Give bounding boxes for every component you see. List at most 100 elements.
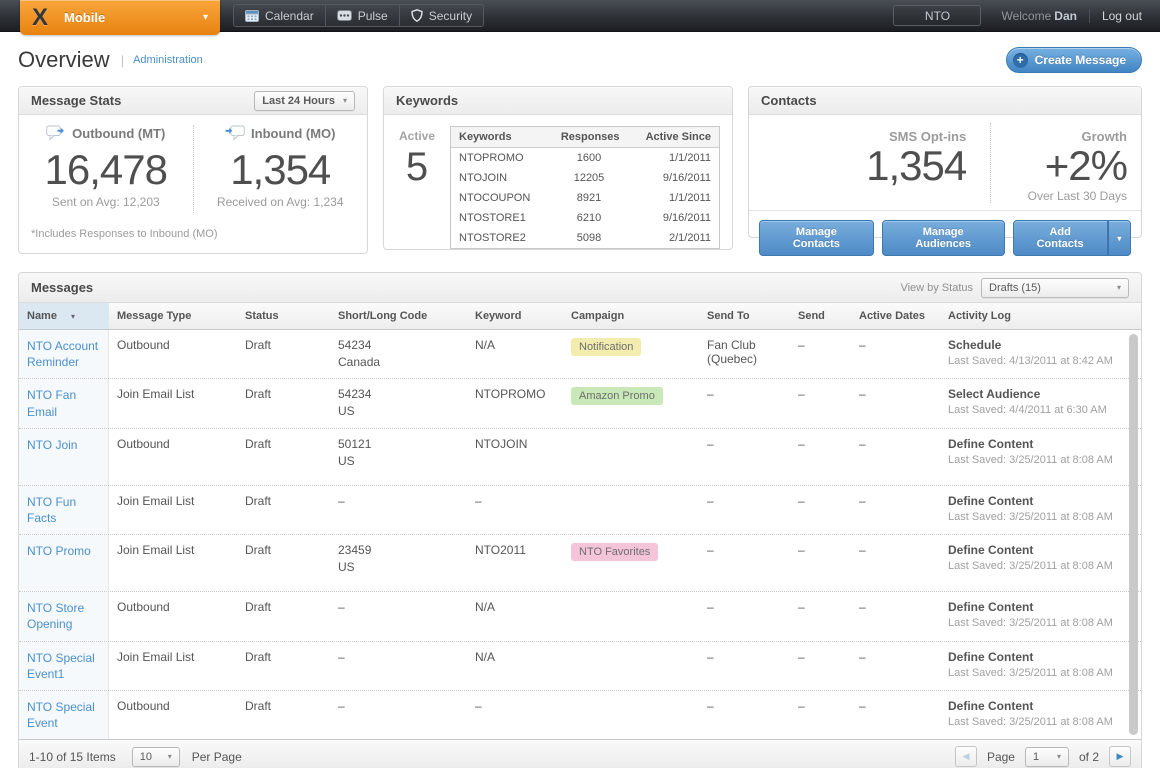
table-row: NTO Fun Facts Join Email List Draft – – …: [19, 486, 1141, 535]
last-saved-text: Last Saved: 4/13/2011 at 8:42 AM: [948, 355, 1133, 367]
code-value: –: [338, 494, 459, 508]
keyword-name: NTOSTORE1: [451, 208, 553, 228]
send-to-cell: Fan Club (Quebec): [699, 330, 790, 378]
keyword-cell: NTOPROMO: [467, 379, 563, 427]
user-name: Dan: [1054, 9, 1077, 23]
column-header-campaign[interactable]: Campaign: [563, 303, 699, 329]
create-message-button[interactable]: + Create Message: [1006, 47, 1142, 73]
message-name-link[interactable]: NTO Fun Facts: [27, 495, 76, 525]
message-type-cell: Outbound: [109, 592, 237, 640]
message-type-cell: Join Email List: [109, 642, 237, 690]
items-count-text: 1-10 of 15 Items: [29, 750, 116, 764]
keyword-active-since: 1/1/2011: [625, 188, 719, 208]
message-name-link[interactable]: NTO Join: [27, 438, 77, 452]
last-saved-text: Last Saved: 3/25/2011 at 8:08 AM: [948, 617, 1133, 629]
growth-stat: Growth +2% Over Last 30 Days: [990, 123, 1141, 203]
column-header-activity[interactable]: Activity Log: [940, 303, 1141, 329]
account-button[interactable]: NTO: [893, 5, 981, 26]
column-header-status[interactable]: Status: [237, 303, 330, 329]
welcome-text: WelcomeDan: [1001, 9, 1076, 23]
status-cell: Draft: [237, 642, 330, 690]
nav-button-security[interactable]: Security: [399, 4, 484, 27]
campaign-cell: NTO Favorites: [563, 535, 699, 591]
activity-step-label: Define Content: [948, 650, 1133, 664]
message-type-cell: Outbound: [109, 691, 237, 739]
active-dates-cell: –: [851, 592, 940, 640]
activity-step-label: Define Content: [948, 494, 1133, 508]
message-type-cell: Outbound: [109, 330, 237, 378]
keyword-cell: –: [467, 486, 563, 534]
message-name-link[interactable]: NTO Promo: [27, 544, 91, 558]
active-label: Active: [384, 129, 450, 143]
top-navbar: X Mobile ▾ Calendar Pulse Security NTO W…: [0, 0, 1160, 32]
chevron-down-icon: ▾: [1117, 234, 1121, 243]
nav-button-calendar[interactable]: Calendar: [233, 4, 326, 27]
keyword-name: NTOSTORE2: [451, 228, 553, 248]
add-contacts-button[interactable]: Add Contacts: [1013, 220, 1108, 256]
code-country: Canada: [338, 355, 459, 369]
nav-button-pulse[interactable]: Pulse: [325, 4, 400, 27]
active-dates-cell: –: [851, 535, 940, 591]
time-range-select[interactable]: Last 24 Hours ▾: [254, 91, 355, 111]
message-type-cell: Join Email List: [109, 379, 237, 427]
per-page-select[interactable]: 10 ▾: [132, 747, 180, 767]
page-label: Page: [987, 750, 1015, 764]
last-saved-text: Last Saved: 3/25/2011 at 8:08 AM: [948, 454, 1133, 466]
status-cell: Draft: [237, 691, 330, 739]
column-header-code[interactable]: Short/Long Code: [330, 303, 467, 329]
previous-page-button[interactable]: ◀: [955, 746, 977, 767]
page-number-select[interactable]: 1 ▾: [1025, 747, 1069, 767]
keyword-name: NTOPROMO: [451, 148, 553, 168]
activity-log-cell: Schedule Last Saved: 4/13/2011 at 8:42 A…: [940, 330, 1141, 378]
scrollbar-thumb[interactable]: [1129, 334, 1138, 735]
manage-contacts-button[interactable]: Manage Contacts: [759, 220, 874, 256]
last-saved-text: Last Saved: 3/25/2011 at 8:08 AM: [948, 716, 1133, 728]
nav-button-calendar-label: Calendar: [265, 9, 314, 23]
keyword-row: NTOCOUPON 8921 1/1/2011: [451, 188, 719, 208]
message-type-cell: Join Email List: [109, 535, 237, 591]
kw-col-keywords: Keywords: [451, 127, 553, 147]
column-header-name[interactable]: Name▾: [19, 303, 109, 329]
status-cell: Draft: [237, 429, 330, 485]
active-dates-cell: –: [851, 691, 940, 739]
add-contacts-dropdown-button[interactable]: ▾: [1108, 220, 1131, 256]
code-value: 54234: [338, 338, 459, 352]
message-name-link[interactable]: NTO Special Event: [27, 700, 95, 730]
nav-button-pulse-label: Pulse: [358, 9, 388, 23]
send-to-cell: –: [699, 642, 790, 690]
administration-link[interactable]: Administration: [133, 54, 203, 66]
message-name-link[interactable]: NTO Store Opening: [27, 601, 84, 631]
sort-down-icon: ▾: [71, 312, 75, 321]
chevron-down-icon: ▾: [203, 12, 208, 23]
keyword-cell: N/A: [467, 592, 563, 640]
nav-button-security-label: Security: [429, 9, 472, 23]
logout-link[interactable]: Log out: [1102, 9, 1142, 23]
keyword-responses: 6210: [553, 208, 625, 228]
campaign-badge: Amazon Promo: [571, 387, 663, 405]
code-country: US: [338, 560, 459, 574]
campaign-cell: [563, 429, 699, 485]
column-header-send[interactable]: Send: [790, 303, 851, 329]
table-scrollbar[interactable]: [1129, 334, 1138, 735]
column-header-keyword[interactable]: Keyword: [467, 303, 563, 329]
column-header-dates[interactable]: Active Dates: [851, 303, 940, 329]
manage-audiences-button[interactable]: Manage Audiences: [882, 220, 1005, 256]
status-cell: Draft: [237, 330, 330, 378]
keyword-row: NTOSTORE2 5098 2/1/2011: [451, 228, 719, 248]
message-name-link[interactable]: NTO Special Event1: [27, 651, 95, 681]
chevron-down-icon: ▾: [1117, 283, 1121, 292]
message-name-link[interactable]: NTO Account Reminder: [27, 339, 98, 369]
messages-panel: Messages View by Status Drafts (15) ▾ Na…: [18, 272, 1142, 768]
column-header-sendto[interactable]: Send To: [699, 303, 790, 329]
messages-table-header: Name▾Message TypeStatusShort/Long CodeKe…: [19, 303, 1141, 330]
activity-step-label: Define Content: [948, 699, 1133, 713]
column-header-type[interactable]: Message Type: [109, 303, 237, 329]
inbound-stat: Inbound (MO) 1,354 Received on Avg: 1,23…: [193, 125, 368, 213]
app-switcher-mobile[interactable]: X Mobile ▾: [20, 0, 220, 35]
status-filter-select[interactable]: Drafts (15) ▾: [981, 278, 1129, 298]
activity-log-cell: Define Content Last Saved: 3/25/2011 at …: [940, 535, 1141, 591]
keyword-active-since: 2/1/2011: [625, 228, 719, 248]
message-name-link[interactable]: NTO Fan Email: [27, 388, 76, 418]
next-page-button[interactable]: ▶: [1109, 746, 1131, 767]
activity-log-cell: Define Content Last Saved: 3/25/2011 at …: [940, 691, 1141, 739]
